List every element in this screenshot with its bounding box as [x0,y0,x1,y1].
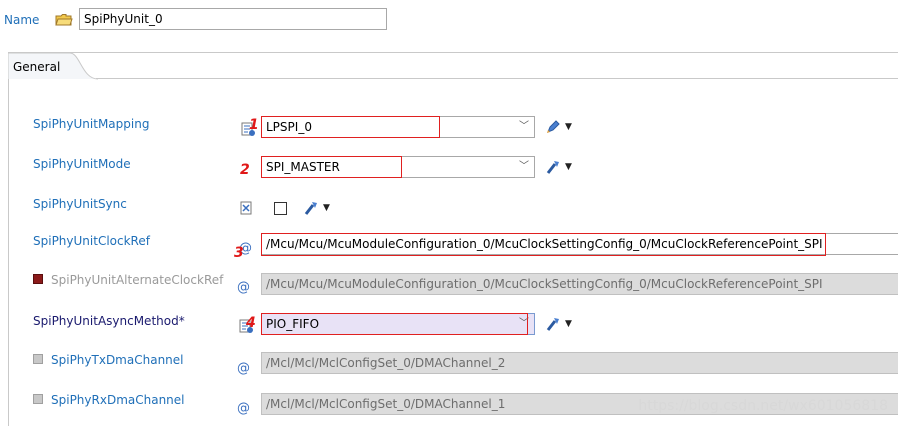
svg-text:@: @ [237,280,250,294]
boolean-icon [240,201,252,215]
caret-down-icon[interactable]: ▼ [323,203,330,213]
combo-spiphyunitmapping[interactable]: LPSPI_0 ﹀ [261,116,535,138]
label-spiphyunitalternateclockref: SpiPhyUnitAlternateClockRef [51,273,224,287]
sync-checkbox[interactable] [274,202,287,215]
caret-down-icon[interactable]: ▼ [565,122,572,132]
label-spiphyunitasyncmethod: SpiPhyUnitAsyncMethod* [33,314,185,328]
wand-tool-button[interactable]: ▼ [545,159,572,175]
reference-icon: @ [237,361,250,375]
chevron-down-icon[interactable]: ﹀ [518,314,530,334]
field-value: /Mcu/Mcu/McuModuleConfiguration_0/McuClo… [266,277,823,291]
label-spiphytxdmachannel: SpiPhyTxDmaChannel [51,353,184,367]
reference-icon: @ [237,401,250,415]
wand-icon [304,202,317,215]
svg-text:@: @ [237,361,250,375]
tab-general[interactable]: General [13,60,60,74]
folder-icon [55,14,73,26]
combo-spiphyunitmode[interactable]: SPI_MASTER ﹀ [261,156,535,178]
clockref-input[interactable]: /Mcu/Mcu/McuModuleConfiguration_0/McuClo… [261,233,898,255]
label-spiphyunitmode: SpiPhyUnitMode [33,157,131,171]
pen-tool-button[interactable]: ▼ [545,119,572,135]
error-marker-icon [33,274,43,284]
chevron-down-icon[interactable]: ﹀ [518,117,530,137]
wand-icon [546,318,559,331]
svg-text:@: @ [237,401,250,415]
field-value: /Mcu/Mcu/McuModuleConfiguration_0/McuClo… [266,237,823,251]
wand-icon [546,161,559,174]
wand-tool-button[interactable]: ▼ [303,200,330,216]
marker-3: 3 [234,245,244,261]
name-label: Name [4,13,40,27]
caret-down-icon[interactable]: ▼ [565,162,572,172]
disabled-marker-icon [33,354,43,364]
chevron-down-icon[interactable]: ﹀ [518,157,530,177]
combo-spiphyunitasyncmethod[interactable]: PIO_FIFO ﹀ [261,313,535,335]
marker-4: 4 [246,315,256,331]
txdmachannel-input: /Mcl/Mcl/MclConfigSet_0/DMAChannel_2 [261,352,898,374]
disabled-marker-icon [33,394,43,404]
combo-value: LPSPI_0 [266,120,312,134]
wand-tool-button[interactable]: ▼ [545,316,572,332]
watermark: https://blog.csdn.net/wx601056818 [638,398,888,414]
alternateclockref-input: /Mcu/Mcu/McuModuleConfiguration_0/McuClo… [261,273,898,295]
caret-down-icon[interactable]: ▼ [565,319,572,329]
marker-2: 2 [240,162,250,178]
marker-1: 1 [249,117,259,133]
name-value: SpiPhyUnit_0 [84,12,163,26]
label-spiphyunitclockref: SpiPhyUnitClockRef [33,234,150,248]
label-spiphyunitmapping: SpiPhyUnitMapping [33,117,150,131]
pen-icon [547,120,560,133]
label-spiphyunitsync: SpiPhyUnitSync [33,197,127,211]
field-value: /Mcl/Mcl/MclConfigSet_0/DMAChannel_2 [266,356,506,370]
tab-bar-line [96,78,898,79]
combo-value: SPI_MASTER [266,160,340,174]
combo-value: PIO_FIFO [266,317,320,331]
reference-icon: @ [237,280,250,294]
name-input[interactable]: SpiPhyUnit_0 [79,8,387,30]
field-value: /Mcl/Mcl/MclConfigSet_0/DMAChannel_1 [266,397,506,411]
label-spiphyrxdmachannel: SpiPhyRxDmaChannel [51,393,185,407]
